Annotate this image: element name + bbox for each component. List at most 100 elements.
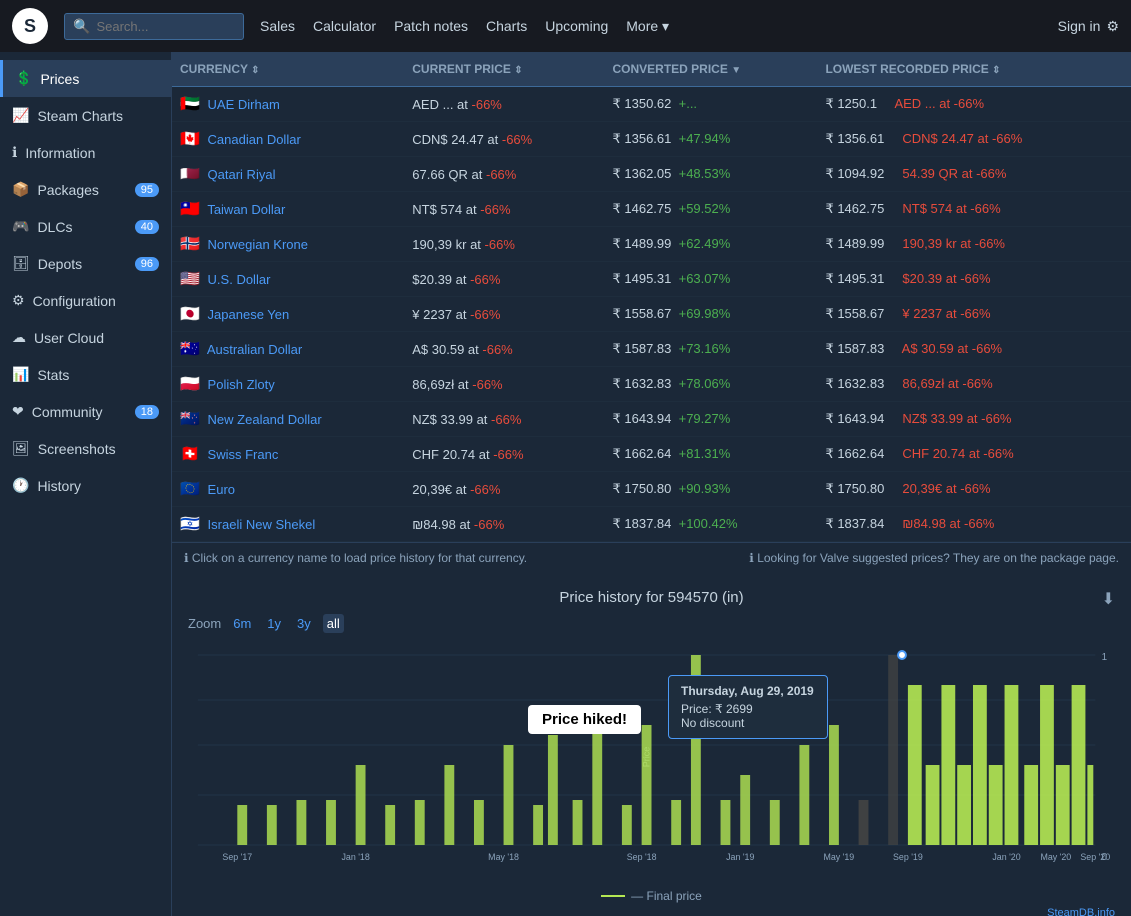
sidebar-item-stats[interactable]: 📊 Stats: [0, 356, 171, 393]
currency-flag: 🇪🇺: [180, 481, 200, 498]
currency-name-link[interactable]: Qatari Riyal: [208, 167, 276, 182]
currency-name-link[interactable]: UAE Dirham: [208, 97, 280, 112]
table-row: 🇦🇺 Australian Dollar A$ 30.59 at -66% ₹ …: [172, 332, 1131, 367]
lowest-value: ₹ 1558.67: [825, 306, 884, 321]
sidebar-item-packages[interactable]: 📦 Packages 95: [0, 171, 171, 208]
signin-button[interactable]: Sign in ⚙: [1058, 18, 1119, 35]
stats-icon: 📊: [12, 366, 29, 383]
nav-sales[interactable]: Sales: [260, 18, 295, 34]
currency-name-link[interactable]: Israeli New Shekel: [208, 517, 316, 532]
nav-charts[interactable]: Charts: [486, 18, 527, 34]
currency-flag: 🇳🇿: [180, 411, 200, 428]
currency-flag: 🇦🇪: [180, 96, 200, 113]
converted-change: +69.98%: [679, 306, 731, 321]
site-logo[interactable]: S: [12, 8, 48, 44]
currency-name-link[interactable]: Swiss Franc: [208, 447, 279, 462]
converted-change: +47.94%: [679, 131, 731, 146]
currency-name-link[interactable]: Polish Zloty: [208, 377, 275, 392]
sidebar-item-steamcharts[interactable]: 📈 Steam Charts: [0, 97, 171, 134]
nav-patchnotes[interactable]: Patch notes: [394, 18, 468, 34]
lowest-price-cell: ₹ 1489.99 190,39 kr at -66%: [817, 227, 1131, 262]
svg-text:Jan '19: Jan '19: [726, 852, 754, 862]
nav-upcoming[interactable]: Upcoming: [545, 18, 608, 34]
sidebar-item-configuration[interactable]: ⚙ Configuration: [0, 282, 171, 319]
search-box[interactable]: 🔍: [64, 13, 244, 40]
col-lowest-price[interactable]: LOWEST RECORDED PRICE ⇕: [817, 52, 1131, 87]
chart-title: Price history for 594570 (in): [188, 589, 1115, 606]
sidebar-label-prices: Prices: [40, 71, 79, 87]
sidebar-label-packages: Packages: [37, 182, 98, 198]
lowest-str: 190,39 kr at -66%: [902, 236, 1005, 251]
converted-change: +100.42%: [679, 516, 738, 531]
sidebar-item-community[interactable]: ❤ Community 18: [0, 393, 171, 430]
currency-flag: 🇦🇺: [180, 341, 200, 358]
zoom-3y[interactable]: 3y: [293, 614, 315, 633]
converted-value: ₹ 1662.64: [613, 446, 672, 461]
col-converted-price[interactable]: CONVERTED PRICE ▼: [605, 52, 818, 87]
currency-name-link[interactable]: Japanese Yen: [208, 307, 290, 322]
current-discount: -66%: [502, 132, 532, 147]
legend-label: — Final price: [631, 889, 702, 903]
lowest-value: ₹ 1662.64: [825, 446, 884, 461]
dlcs-icon: 🎮: [12, 218, 29, 235]
converted-change: +78.06%: [679, 376, 731, 391]
currency-name-link[interactable]: Canadian Dollar: [208, 132, 301, 147]
sidebar-item-depots[interactable]: 🗄 Depots 96: [0, 245, 171, 282]
sidebar-item-dlcs[interactable]: 🎮 DLCs 40: [0, 208, 171, 245]
search-input[interactable]: [96, 19, 226, 34]
zoom-6m[interactable]: 6m: [229, 614, 255, 633]
current-price-cell: AED ... at -66%: [404, 87, 604, 122]
svg-text:May '19: May '19: [823, 852, 854, 862]
current-price-cell: 20,39€ at -66%: [404, 472, 604, 507]
zoom-all[interactable]: all: [323, 614, 344, 633]
sidebar-label-steamcharts: Steam Charts: [37, 108, 123, 124]
converted-value: ₹ 1587.83: [613, 341, 672, 356]
current-price-cell: NT$ 574 at -66%: [404, 192, 604, 227]
converted-change: +...: [679, 96, 697, 111]
packages-icon: 📦: [12, 181, 29, 198]
sidebar-label-stats: Stats: [37, 367, 69, 383]
col-current-price[interactable]: CURRENT PRICE ⇕: [404, 52, 604, 87]
converted-value: ₹ 1837.84: [613, 516, 672, 531]
sidebar-item-information[interactable]: ℹ Information: [0, 134, 171, 171]
nav-calculator[interactable]: Calculator: [313, 18, 376, 34]
converted-value: ₹ 1489.99: [613, 236, 672, 251]
currency-name-link[interactable]: Euro: [208, 482, 235, 497]
currency-name-link[interactable]: Norwegian Krone: [208, 237, 308, 252]
converted-value: ₹ 1643.94: [613, 411, 672, 426]
lowest-price-cell: ₹ 1662.64 CHF 20.74 at -66%: [817, 437, 1131, 472]
info-left: ℹ Click on a currency name to load price…: [184, 551, 527, 565]
currency-name-link[interactable]: U.S. Dollar: [208, 272, 271, 287]
sidebar-item-screenshots[interactable]: 🖼 Screenshots: [0, 430, 171, 467]
sidebar-item-history[interactable]: 🕐 History: [0, 467, 171, 504]
current-price-cell: CDN$ 24.47 at -66%: [404, 122, 604, 157]
usercloud-icon: ☁: [12, 329, 26, 346]
currency-flag: 🇵🇱: [180, 376, 200, 393]
screenshots-icon: 🖼: [12, 440, 30, 457]
chart-download-button[interactable]: ⬇: [1102, 589, 1115, 609]
converted-price-cell: ₹ 1362.05 +48.53%: [605, 157, 818, 192]
lowest-price-cell: ₹ 1643.94 NZ$ 33.99 at -66%: [817, 402, 1131, 437]
lowest-str: NZ$ 33.99 at -66%: [902, 411, 1011, 426]
currency-name-link[interactable]: Australian Dollar: [207, 342, 302, 357]
sidebar-item-usercloud[interactable]: ☁ User Cloud: [0, 319, 171, 356]
currency-name-link[interactable]: Taiwan Dollar: [207, 202, 285, 217]
currency-cell: 🇦🇪 UAE Dirham: [172, 87, 404, 122]
sidebar-item-prices[interactable]: 💲 Prices: [0, 60, 171, 97]
svg-text:May '20: May '20: [1040, 852, 1071, 862]
currency-flag: 🇶🇦: [180, 166, 200, 183]
currency-name-link[interactable]: New Zealand Dollar: [208, 412, 322, 427]
current-price-cell: ¥ 2237 at -66%: [404, 297, 604, 332]
currency-flag: 🇨🇭: [180, 446, 200, 463]
converted-change: +73.16%: [679, 341, 731, 356]
chart-area: 1 0 Price: [188, 645, 1115, 885]
configuration-icon: ⚙: [12, 292, 25, 309]
lowest-value: ₹ 1462.75: [825, 201, 884, 216]
current-discount: -66%: [472, 377, 502, 392]
nav-more[interactable]: More ▾: [626, 18, 669, 35]
converted-price-cell: ₹ 1750.80 +90.93%: [605, 472, 818, 507]
col-currency[interactable]: CURRENCY ⇕: [172, 52, 404, 87]
depots-badge: 96: [135, 257, 159, 271]
svg-text:Jan '20: Jan '20: [992, 852, 1020, 862]
zoom-1y[interactable]: 1y: [263, 614, 285, 633]
